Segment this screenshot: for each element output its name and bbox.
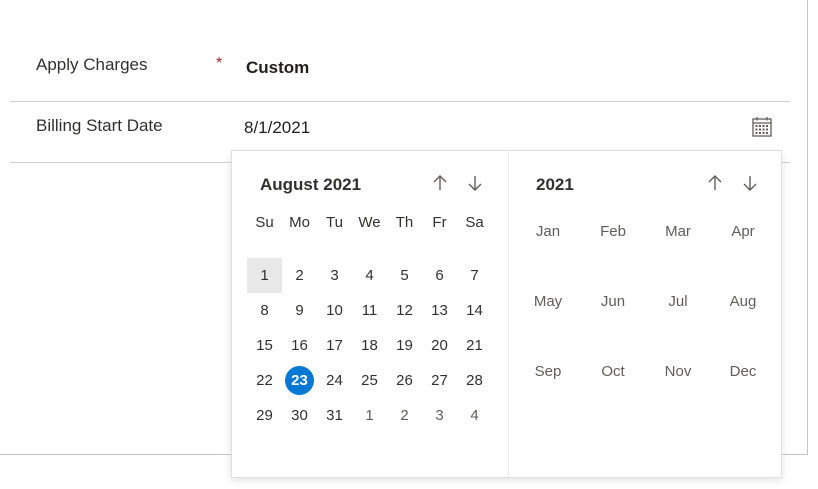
calendar-day[interactable]: 20 bbox=[422, 328, 457, 363]
month-cell[interactable]: Jan bbox=[516, 217, 580, 247]
calendar-day[interactable]: 27 bbox=[422, 363, 457, 398]
month-cell[interactable]: Oct bbox=[581, 357, 645, 387]
calendar-day[interactable]: 6 bbox=[422, 258, 457, 293]
billing-start-date-label: Billing Start Date bbox=[36, 116, 163, 135]
calendar-day[interactable]: 31 bbox=[317, 398, 352, 433]
calendar-day[interactable]: 1 bbox=[352, 398, 387, 433]
calendar-day[interactable]: 1 bbox=[247, 258, 282, 293]
weekday-label: Mo bbox=[289, 214, 310, 231]
arrow-down-icon[interactable] bbox=[738, 171, 762, 195]
calendar-day[interactable]: 24 bbox=[317, 363, 352, 398]
calendar-day[interactable]: 28 bbox=[457, 363, 492, 398]
month-cell[interactable]: Aug bbox=[711, 287, 775, 317]
calendar-day[interactable]: 2 bbox=[387, 398, 422, 433]
calendar-day[interactable]: 13 bbox=[422, 293, 457, 328]
month-title: August 2021 bbox=[260, 175, 362, 194]
weekday-label: Fr bbox=[432, 214, 447, 231]
calendar-day[interactable]: 29 bbox=[247, 398, 282, 433]
required-marker: * bbox=[216, 55, 223, 72]
month-cell[interactable]: Dec bbox=[711, 357, 775, 387]
calendar-day[interactable]: 4 bbox=[352, 258, 387, 293]
calendar-day[interactable]: 14 bbox=[457, 293, 492, 328]
apply-charges-label: Apply Charges bbox=[36, 55, 148, 74]
date-picker-popup: August 2021 Su Mo Tu We Th Fr Sa 1 2 3 4 5 6 7 8 9 10 11… bbox=[231, 150, 782, 478]
month-cell[interactable]: Feb bbox=[581, 217, 645, 247]
arrow-down-icon[interactable] bbox=[463, 171, 487, 195]
calendar-day[interactable]: 8 bbox=[247, 293, 282, 328]
calendar-day[interactable]: 3 bbox=[317, 258, 352, 293]
apply-charges-value[interactable]: Custom bbox=[246, 58, 309, 78]
weekday-label: We bbox=[358, 214, 381, 231]
calendar-day[interactable]: 11 bbox=[352, 293, 387, 328]
calendar-icon[interactable] bbox=[750, 115, 774, 139]
calendar-day[interactable]: 3 bbox=[422, 398, 457, 433]
calendar-day[interactable]: 2 bbox=[282, 258, 317, 293]
month-cell[interactable]: May bbox=[516, 287, 580, 317]
calendar-day[interactable]: 12 bbox=[387, 293, 422, 328]
weekday-label: Tu bbox=[326, 214, 343, 231]
month-cell[interactable]: Jun bbox=[581, 287, 645, 317]
month-cell[interactable]: Mar bbox=[646, 217, 710, 247]
calendar-day[interactable]: 30 bbox=[282, 398, 317, 433]
calendar-day[interactable]: 26 bbox=[387, 363, 422, 398]
calendar-day[interactable]: 16 bbox=[282, 328, 317, 363]
calendar-day[interactable]: 21 bbox=[457, 328, 492, 363]
calendar-day[interactable]: 17 bbox=[317, 328, 352, 363]
arrow-up-icon[interactable] bbox=[428, 171, 452, 195]
year-title: 2021 bbox=[536, 175, 574, 194]
weekday-label: Su bbox=[255, 214, 274, 231]
calendar-day[interactable]: 23 bbox=[282, 363, 317, 398]
weekday-label: Th bbox=[395, 214, 414, 231]
calendar-day[interactable]: 5 bbox=[387, 258, 422, 293]
weekday-label: Sa bbox=[465, 214, 484, 231]
calendar-day[interactable]: 18 bbox=[352, 328, 387, 363]
month-cell[interactable]: Apr bbox=[711, 217, 775, 247]
picker-divider bbox=[508, 151, 509, 477]
month-cell[interactable]: Nov bbox=[646, 357, 710, 387]
calendar-day[interactable]: 4 bbox=[457, 398, 492, 433]
row-divider bbox=[10, 101, 790, 102]
month-cell[interactable]: Sep bbox=[516, 357, 580, 387]
calendar-day[interactable]: 10 bbox=[317, 293, 352, 328]
calendar-day[interactable]: 22 bbox=[247, 363, 282, 398]
calendar-day[interactable]: 25 bbox=[352, 363, 387, 398]
calendar-day[interactable]: 19 bbox=[387, 328, 422, 363]
calendar-day[interactable]: 9 bbox=[282, 293, 317, 328]
calendar-day[interactable]: 7 bbox=[457, 258, 492, 293]
billing-start-date-input[interactable]: 8/1/2021 bbox=[244, 118, 310, 138]
month-cell[interactable]: Jul bbox=[646, 287, 710, 317]
calendar-day[interactable]: 15 bbox=[247, 328, 282, 363]
arrow-up-icon[interactable] bbox=[703, 171, 727, 195]
